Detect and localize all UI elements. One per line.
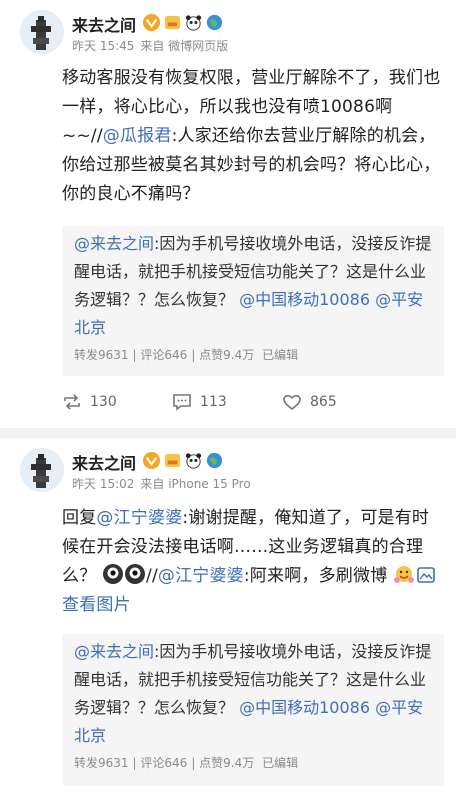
repost-count: 转发9631	[74, 348, 129, 362]
badges	[142, 12, 224, 32]
repost-icon	[64, 394, 80, 410]
edited-label: 已编辑	[262, 756, 299, 770]
emoji-icon	[125, 564, 146, 584]
action-bar: 130 113 865	[62, 388, 444, 416]
repost-button[interactable]: 130	[62, 393, 172, 411]
post-time: 昨天 15:45	[72, 39, 135, 53]
globe-badge-icon	[206, 452, 223, 468]
post-meta: 昨天 15:45 来自 微博网页版	[72, 37, 234, 54]
vip-badge-icon	[142, 451, 161, 469]
mention-link[interactable]: @来去之间	[74, 642, 154, 661]
quoted-post[interactable]: @来去之间:因为手机号接收境外电话，没接反诈提醒电话，就把手机接受短信功能关了？…	[62, 634, 444, 786]
post-separator	[0, 428, 456, 438]
comment-action-count: 113	[200, 394, 227, 410]
mention-link[interactable]: @瓜报君	[103, 126, 172, 146]
avatar[interactable]	[20, 448, 64, 492]
post-body: 移动客服没有恢复权限，营业厅解除不了，我们也一样，将心比心，所以我也没有喷100…	[62, 64, 444, 209]
view-image-label: 查看图片	[62, 595, 131, 615]
post-header: 来去之间 昨天 15:45 来自 微博网页版	[20, 10, 446, 56]
edited-label: 已编辑	[262, 348, 299, 362]
mention-link[interactable]: @中国移动10086	[239, 698, 370, 717]
avatar[interactable]	[20, 10, 64, 54]
quote-stats: 转发9631 | 评论646 | 点赞9.4万 已编辑	[74, 756, 299, 770]
vip-badge-icon	[142, 13, 161, 31]
like-icon	[283, 394, 301, 411]
comment-button[interactable]: 113	[172, 393, 282, 411]
flower-emoji-icon	[394, 566, 415, 583]
like-action-count: 865	[310, 394, 337, 410]
comment-icon	[173, 394, 191, 411]
panda-badge-icon	[185, 452, 202, 469]
mention-link[interactable]: @江宁婆婆	[96, 508, 182, 528]
gold-badge-icon	[164, 15, 181, 29]
quoted-post[interactable]: @来去之间:因为手机号接收境外电话，没接反诈提醒电话，就把手机接受短信功能关了？…	[62, 226, 444, 376]
panda-badge-icon	[185, 14, 202, 31]
quote-stats: 转发9631 | 评论646 | 点赞9.4万 已编辑	[74, 348, 299, 362]
post-time: 昨天 15:02	[72, 477, 135, 491]
comment-count: 评论646	[140, 348, 188, 362]
author-name[interactable]: 来去之间	[72, 450, 136, 474]
quoted-text: @来去之间:因为手机号接收境外电话，没接反诈提醒电话，就把手机接受短信功能关了？…	[74, 230, 432, 342]
post-meta: 昨天 15:02 来自 iPhone 15 Pro	[72, 475, 257, 492]
repost-action-count: 130	[90, 394, 117, 410]
mention-link[interactable]: @江宁婆婆	[158, 566, 244, 586]
body-text: 回复	[62, 508, 97, 528]
gold-badge-icon	[164, 453, 181, 467]
like-button[interactable]: 865	[282, 393, 392, 411]
emoji-icon	[103, 564, 124, 584]
weibo-post: 来去之间 昨天 15:45 来自 微博网页版 移动客服没有恢复权限，营业厅解除不…	[0, 0, 456, 428]
post-source: 来自 微博网页版	[140, 39, 229, 53]
picture-icon	[417, 567, 435, 583]
like-count: 点赞9.4万	[199, 756, 255, 770]
post-body: 回复@江宁婆婆:谢谢提醒，俺知道了，可是有时候在开会没法接电话啊……这业务逻辑真…	[62, 504, 444, 620]
author-name[interactable]: 来去之间	[72, 12, 136, 36]
post-source: 来自 iPhone 15 Pro	[140, 477, 251, 491]
globe-badge-icon	[206, 14, 223, 30]
mention-link[interactable]: @中国移动10086	[239, 290, 370, 309]
repost-count: 转发9631	[74, 756, 129, 770]
body-text: //	[146, 566, 158, 586]
body-text: :阿来啊，多刷微博	[243, 566, 388, 586]
like-count: 点赞9.4万	[199, 348, 255, 362]
post-header: 来去之间 昨天 15:02 来自 iPhone 15 Pro	[20, 448, 446, 494]
mention-link[interactable]: @来去之间	[74, 234, 154, 253]
comment-count: 评论646	[140, 756, 188, 770]
quoted-text: @来去之间:因为手机号接收境外电话，没接反诈提醒电话，就把手机接受短信功能关了？…	[74, 638, 432, 750]
badges	[142, 450, 224, 470]
